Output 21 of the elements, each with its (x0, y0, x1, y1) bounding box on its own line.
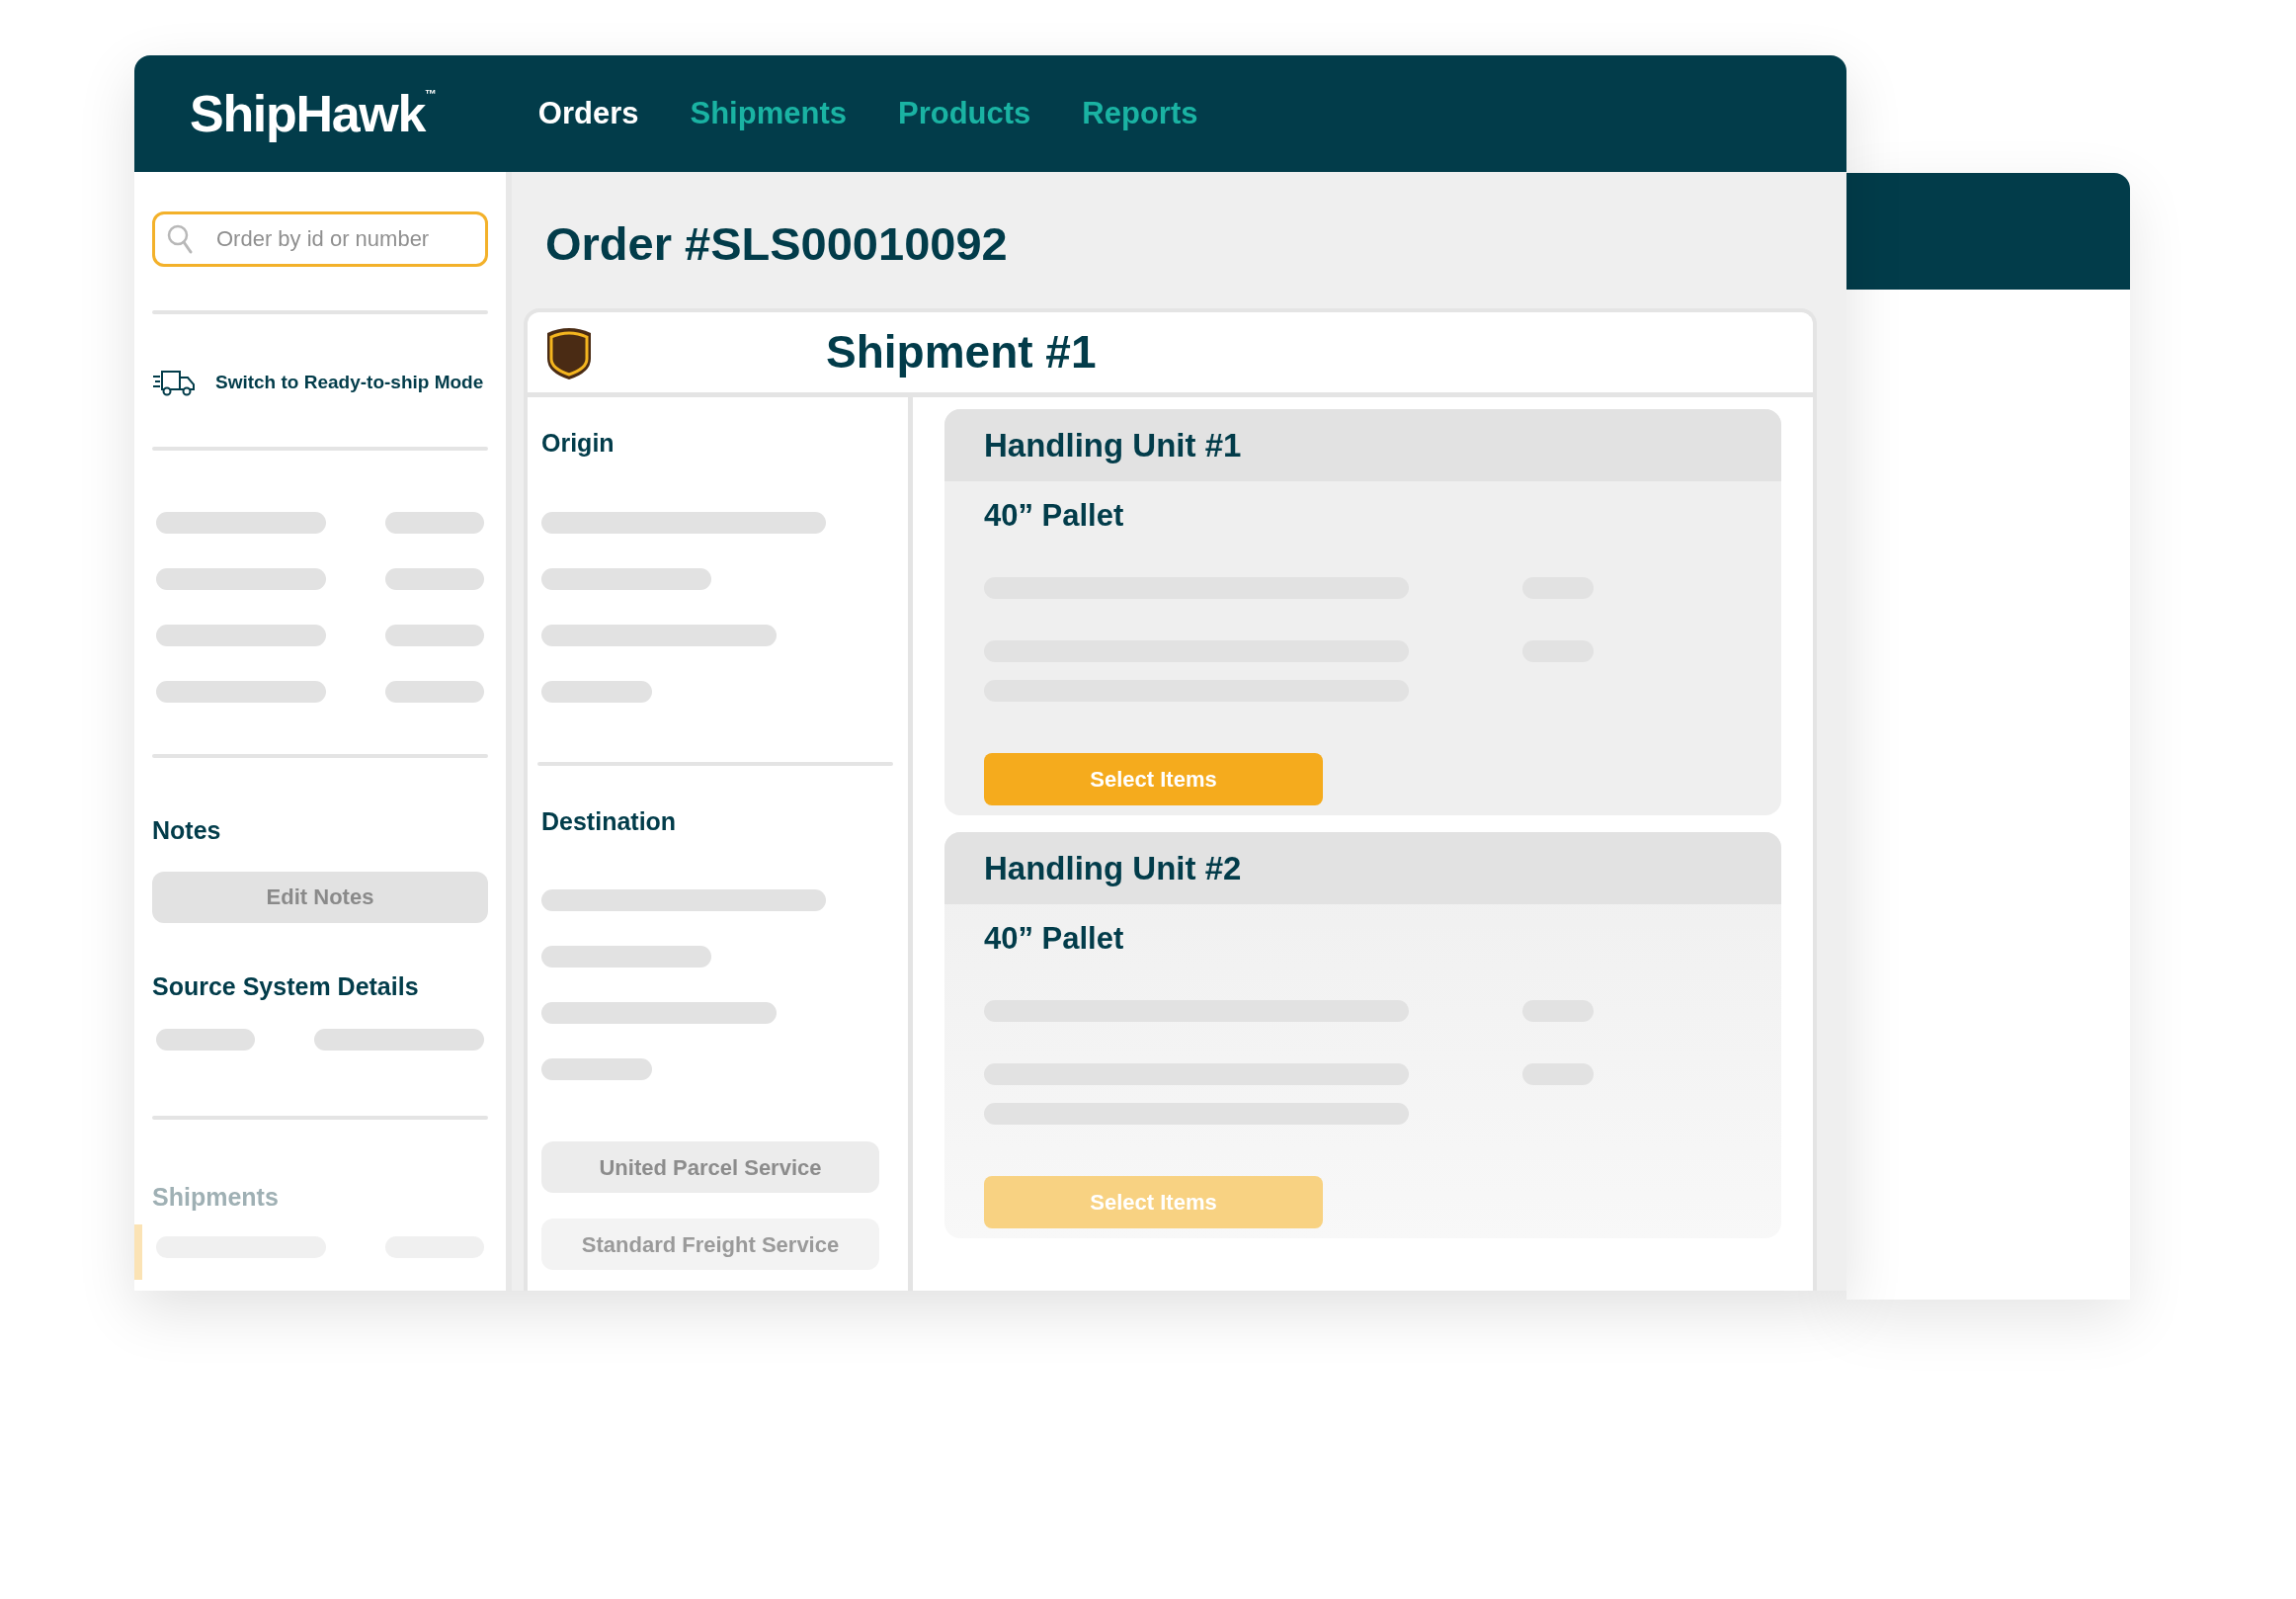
nav-tab[interactable]: Reports (1082, 90, 1198, 137)
shipment-title: Shipment #1 (826, 325, 1097, 379)
handling-unit-title: Handling Unit #1 (984, 425, 1242, 465)
search-field[interactable]: Order by id or number (152, 211, 488, 267)
section-heading: Notes (152, 815, 222, 846)
section-heading: Source System Details (152, 970, 420, 1002)
nav-tab[interactable]: Orders (537, 90, 639, 137)
search-icon (166, 223, 194, 255)
pallet-type: 40” Pallet (984, 920, 1125, 958)
nav-tab[interactable]: Products (897, 90, 1031, 137)
section-heading: Shipments (152, 1182, 280, 1213)
truck-icon (152, 368, 196, 397)
brand-logo: ShipHawk™ (190, 84, 436, 144)
destination-label: Destination (541, 805, 678, 837)
selection-accent (134, 1223, 142, 1280)
ready-to-ship-mode-link[interactable]: Switch to Ready-to-ship Mode (215, 368, 484, 397)
order-title: Order #SLS00010092 (545, 216, 1009, 272)
nav-tab[interactable]: Shipments (690, 90, 847, 137)
pallet-type: 40” Pallet (984, 497, 1125, 535)
origin-label: Origin (541, 428, 615, 459)
handling-unit-title: Handling Unit #2 (984, 848, 1242, 888)
